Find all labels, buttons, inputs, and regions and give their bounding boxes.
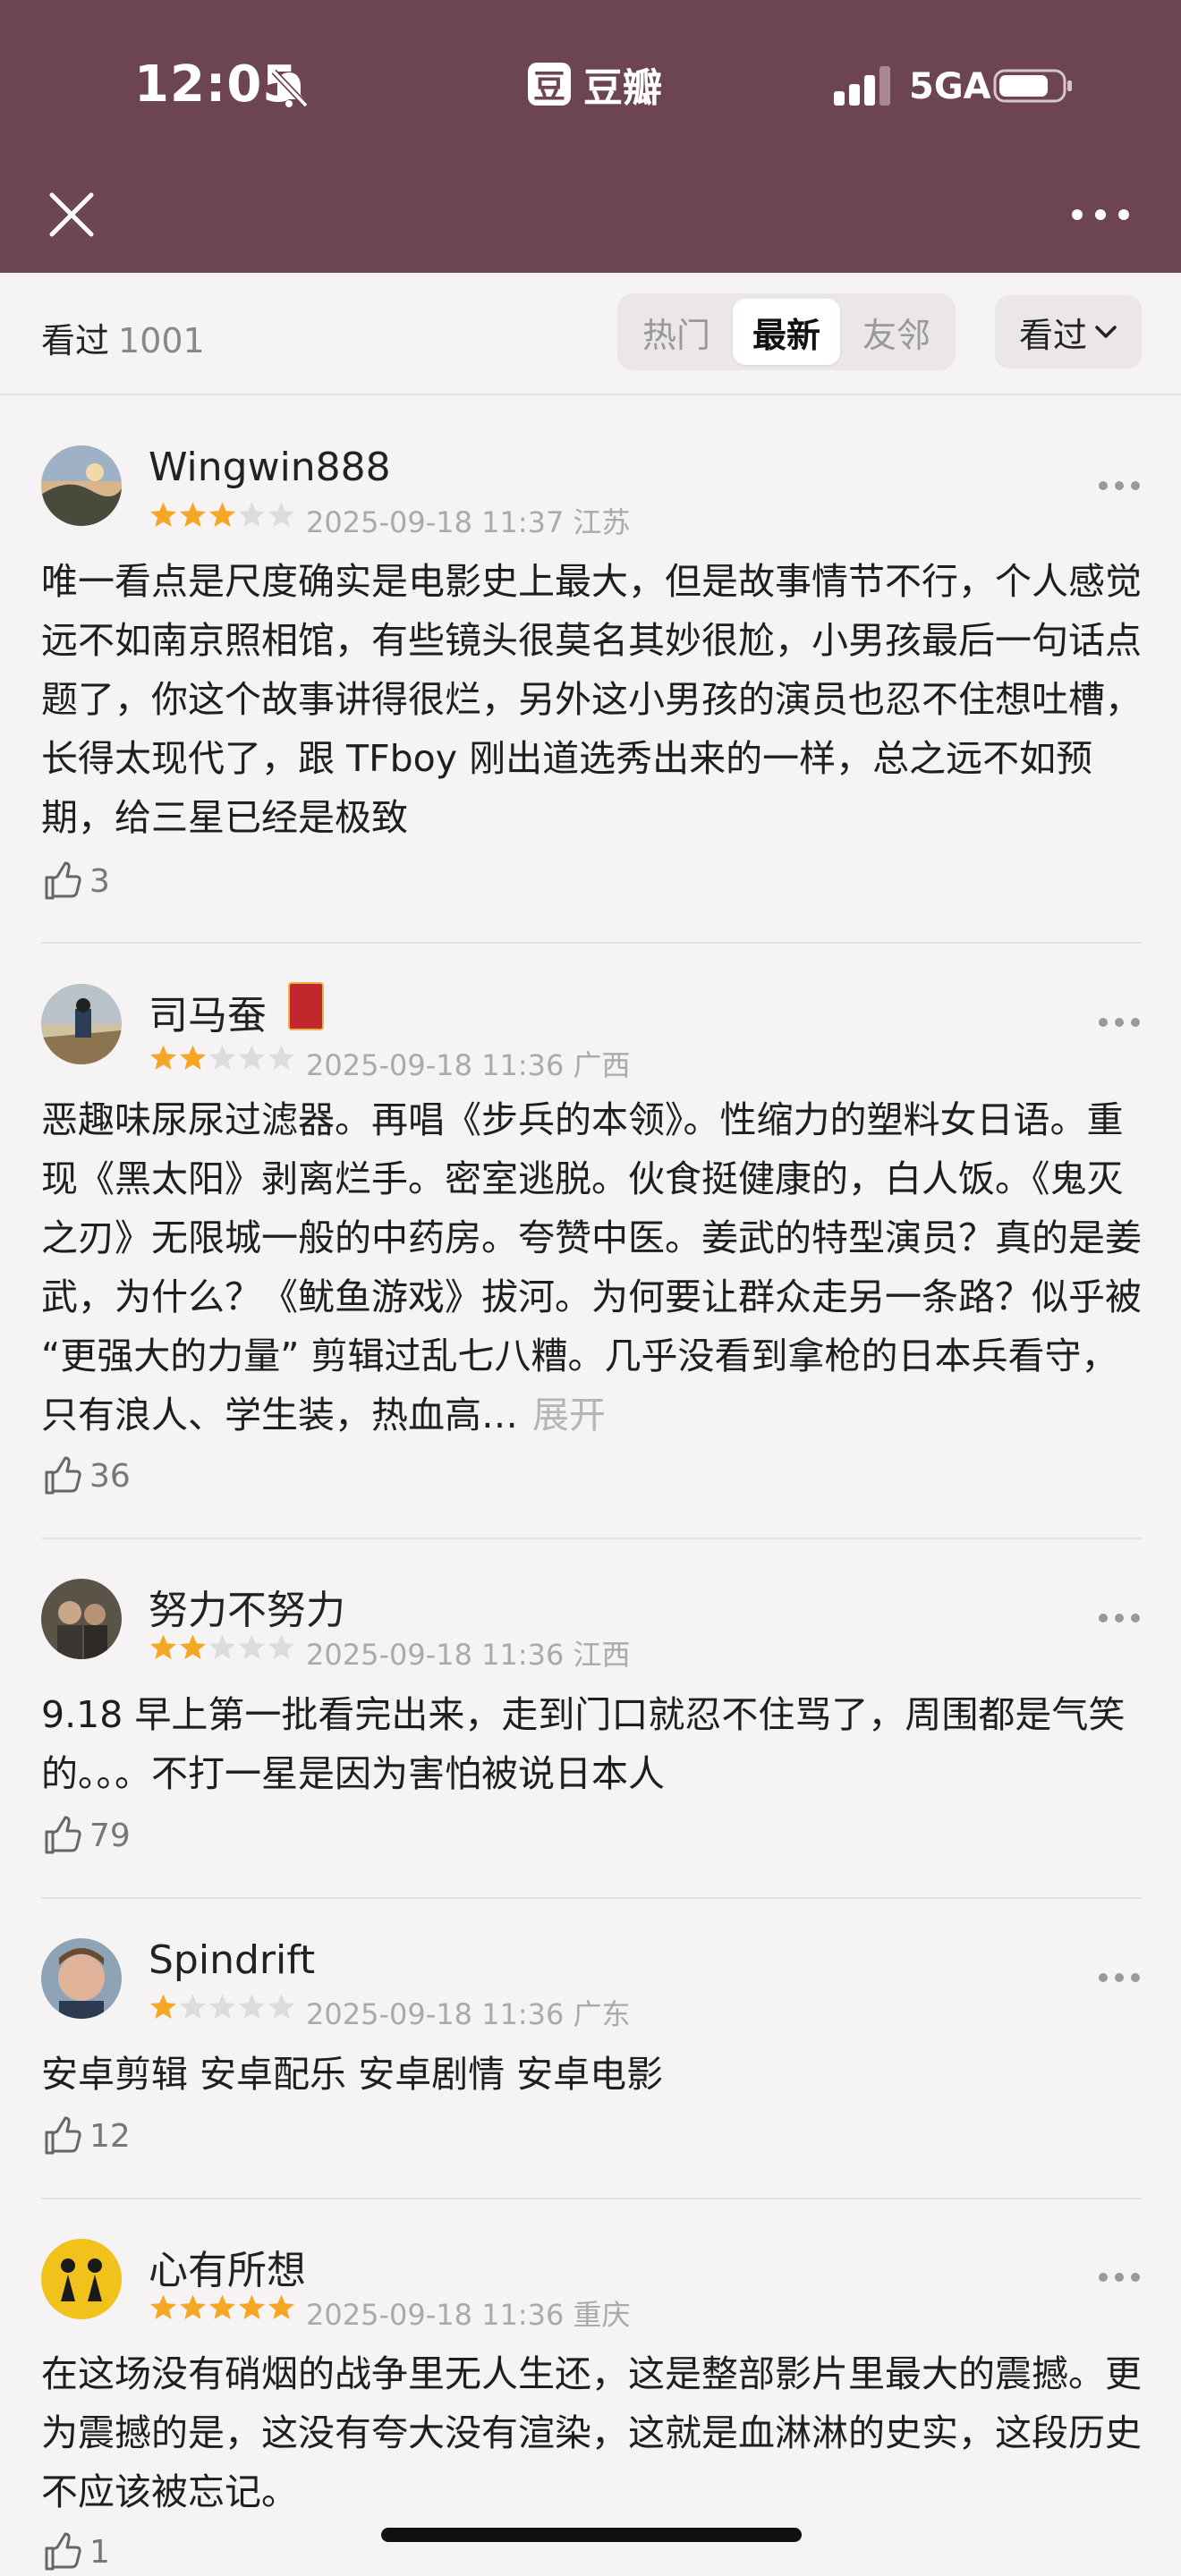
review-meta: 2025-09-18 11:36 江西 <box>306 1638 631 1672</box>
star-filled-icon <box>209 2294 235 2319</box>
rating-stars <box>149 1044 296 1076</box>
avatar[interactable] <box>41 1938 122 2019</box>
review-username[interactable]: Spindrift <box>149 1937 315 1983</box>
seen-count-label: 看过 1001 <box>41 313 205 362</box>
avatar[interactable] <box>41 1579 122 1659</box>
divider <box>41 1538 1142 1539</box>
star-filled-icon <box>239 2294 265 2319</box>
review-content: 9.18 早上第一批看完出来，走到门口就忍不住骂了，周围都是气笑的。。。不打一星… <box>41 1693 1126 1795</box>
star-empty-icon <box>268 502 294 527</box>
star-empty-icon <box>268 1634 294 1659</box>
more-options-icon[interactable] <box>1097 1612 1142 1624</box>
like-button[interactable]: 79 <box>41 1811 131 1860</box>
star-empty-icon <box>239 1634 265 1659</box>
like-count: 3 <box>89 862 110 900</box>
thumbs-up-icon <box>45 2532 81 2571</box>
seen-count: 1001 <box>118 321 205 360</box>
avatar[interactable] <box>41 445 122 526</box>
chevron-down-icon <box>1095 326 1117 338</box>
signal-icon <box>834 66 890 106</box>
rating-stars <box>149 1993 296 2025</box>
tab-friends[interactable]: 友邻 <box>843 299 950 365</box>
star-filled-icon <box>180 1045 206 1070</box>
like-button[interactable]: 36 <box>41 1452 131 1500</box>
star-filled-icon <box>150 1634 176 1659</box>
like-count: 12 <box>89 2117 131 2155</box>
star-filled-icon <box>150 1045 176 1070</box>
like-count: 36 <box>89 1457 131 1495</box>
battery-icon <box>993 69 1072 103</box>
rating-stars <box>149 501 296 533</box>
star-empty-icon <box>180 1994 206 2019</box>
close-icon[interactable] <box>45 188 98 242</box>
top-bar: 12:05 豆 豆瓣 5GA <box>0 0 1181 273</box>
divider <box>41 1897 1142 1899</box>
app-name: 豆瓣 <box>583 65 662 111</box>
like-button[interactable]: 12 <box>41 2112 131 2160</box>
sort-tabs: 热门 最新 友邻 <box>617 293 956 370</box>
star-filled-icon <box>150 1994 176 2019</box>
star-empty-icon <box>239 1994 265 2019</box>
review-meta: 2025-09-18 11:36 广西 <box>306 1048 631 1082</box>
thumbs-up-icon <box>45 1816 81 1854</box>
review-meta: 2025-09-18 11:37 江苏 <box>306 505 631 539</box>
status-filter-label: 看过 <box>1018 315 1087 355</box>
star-empty-icon <box>268 1994 294 2019</box>
status-bar: 12:05 豆 豆瓣 5GA <box>0 0 1181 170</box>
thumbs-up-icon <box>45 2116 81 2155</box>
avatar[interactable] <box>41 984 122 1064</box>
tab-latest[interactable]: 最新 <box>733 299 840 365</box>
star-filled-icon <box>150 502 176 527</box>
bell-muted-icon <box>271 69 309 108</box>
review-meta: 2025-09-18 11:36 重庆 <box>306 2298 631 2332</box>
star-empty-icon <box>209 1045 235 1070</box>
rating-stars <box>149 1633 296 1665</box>
network-type: 5GA <box>909 66 991 107</box>
review-username[interactable]: 心有所想 <box>149 2238 306 2295</box>
like-button[interactable]: 3 <box>41 857 110 905</box>
more-options-icon[interactable] <box>1097 479 1142 492</box>
member-badge-icon <box>288 982 324 1030</box>
like-button[interactable]: 1 <box>41 2528 110 2576</box>
seen-label: 看过 <box>41 321 110 360</box>
tab-hot[interactable]: 热门 <box>623 299 730 365</box>
review-username[interactable]: 努力不努力 <box>149 1578 345 1635</box>
avatar[interactable] <box>41 2239 122 2319</box>
star-empty-icon <box>209 1634 235 1659</box>
like-count: 1 <box>89 2533 110 2571</box>
star-filled-icon <box>268 2294 294 2319</box>
thumbs-up-icon <box>45 1456 81 1495</box>
review-username[interactable]: 司马蚕 <box>149 983 267 1040</box>
star-empty-icon <box>209 1994 235 2019</box>
star-empty-icon <box>268 1045 294 1070</box>
star-filled-icon <box>180 502 206 527</box>
review-meta: 2025-09-18 11:36 广东 <box>306 1997 631 2031</box>
expand-link[interactable]: 展开 <box>532 1394 606 1436</box>
like-count: 79 <box>89 1817 131 1854</box>
douban-logo-icon: 豆 <box>528 63 571 106</box>
home-indicator[interactable] <box>381 2528 802 2542</box>
more-options-icon[interactable] <box>1097 1971 1142 1984</box>
app-brand: 豆 豆瓣 <box>528 59 662 111</box>
status-filter-dropdown[interactable]: 看过 <box>995 295 1142 369</box>
star-empty-icon <box>239 502 265 527</box>
star-filled-icon <box>209 502 235 527</box>
review-content: 恶趣味尿尿过滤器。再唱《步兵的本领》。性缩力的塑料女日语。重现《黑太阳》剥离烂手… <box>41 1090 1142 1445</box>
review-content: 唯一看点是尺度确实是电影史上最大，但是故事情节不行，个人感觉远不如南京照相馆，有… <box>41 560 1142 839</box>
star-filled-icon <box>150 2294 176 2319</box>
more-icon[interactable] <box>1065 199 1136 231</box>
more-options-icon[interactable] <box>1097 1016 1142 1029</box>
star-empty-icon <box>239 1045 265 1070</box>
divider <box>41 2198 1142 2199</box>
thumbs-up-icon <box>45 861 81 900</box>
review-text: 恶趣味尿尿过滤器。再唱《步兵的本领》。性缩力的塑料女日语。重现《黑太阳》剥离烂手… <box>41 1098 1142 1436</box>
more-options-icon[interactable] <box>1097 2271 1142 2284</box>
review-content: 安卓剪辑 安卓配乐 安卓剧情 安卓电影 <box>41 2053 664 2096</box>
star-filled-icon <box>180 1634 206 1659</box>
review-username[interactable]: Wingwin888 <box>149 445 391 490</box>
review-content: 在这场没有硝烟的战争里无人生还，这是整部影片里最大的震撼。更为震撼的是，这没有夸… <box>41 2352 1142 2513</box>
divider <box>41 942 1142 944</box>
star-filled-icon <box>180 2294 206 2319</box>
rating-stars <box>149 2293 296 2326</box>
